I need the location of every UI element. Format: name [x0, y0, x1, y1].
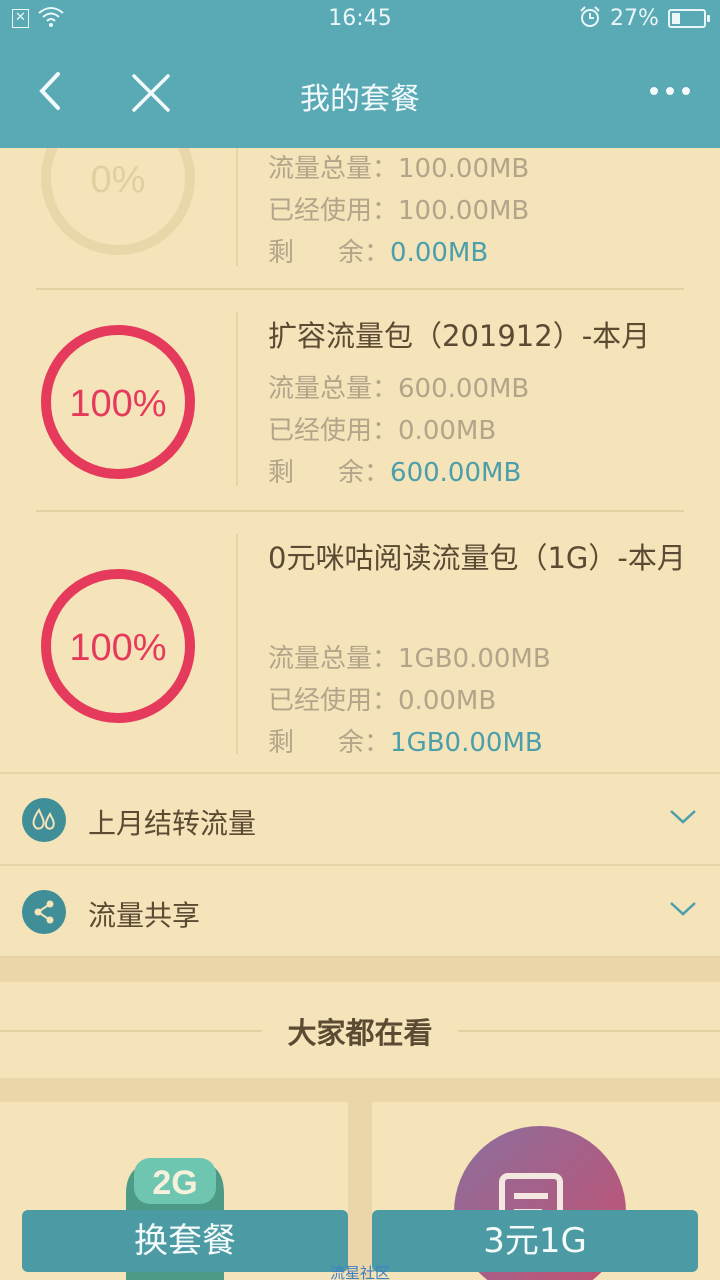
popular-header: 大家都在看: [0, 982, 720, 1078]
total-label: 流量总量：: [268, 644, 399, 674]
total-value: 600.00MB: [398, 374, 530, 404]
watermark: 流星社区: [329, 1264, 390, 1280]
used-row: 已经使用：0.00MB: [268, 680, 496, 717]
usage-ring: 100%: [41, 569, 195, 723]
package-item: 100% 扩容流量包（201912）-本月 流量总量：600.00MB 已经使用…: [0, 290, 720, 510]
remain-row: 剩 余：0.00MB: [268, 232, 488, 269]
section-gap: [0, 1078, 720, 1102]
used-label: 已经使用：: [268, 686, 399, 716]
remain-value: 600.00MB: [390, 458, 522, 488]
usage-percent: 0%: [91, 159, 146, 201]
card-divider: [348, 1102, 372, 1280]
total-label: 流量总量：: [268, 374, 399, 404]
used-label: 已经使用：: [268, 416, 399, 446]
remain-row: 剩 余：600.00MB: [268, 452, 521, 489]
status-bar: ✕ 16:45 27%: [0, 0, 720, 38]
vertical-divider: [236, 312, 238, 486]
total-row: 流量总量：1GB0.00MB: [268, 638, 551, 675]
usage-percent: 100%: [69, 383, 166, 425]
usage-ring: 100%: [41, 325, 195, 479]
chevron-down-icon[interactable]: [668, 806, 698, 828]
more-dots-icon[interactable]: [640, 66, 700, 116]
chevron-down-icon[interactable]: [668, 898, 698, 920]
package-name: 扩容流量包（201912）-本月: [268, 319, 651, 353]
used-value: 0.00MB: [398, 686, 497, 716]
network-badge: 2G: [152, 1164, 197, 1202]
remain-row: 剩 余：1GB0.00MB: [268, 722, 543, 759]
total-value: 1GB0.00MB: [398, 644, 551, 674]
total-row: 流量总量：100.00MB: [268, 148, 529, 185]
total-value: 100.00MB: [398, 154, 530, 184]
remain-value: 0.00MB: [390, 238, 489, 268]
section-label: 上月结转流量: [88, 807, 257, 840]
section-share[interactable]: 流量共享: [0, 864, 720, 956]
section-carryover[interactable]: 上月结转流量: [0, 772, 720, 864]
share-icon: [22, 890, 66, 934]
remain-label: 余：: [338, 458, 391, 488]
used-value: 100.00MB: [398, 196, 530, 226]
total-label: 流量总量：: [268, 154, 399, 184]
nav-bar: 我的套餐: [0, 38, 720, 148]
remain-value: 1GB0.00MB: [390, 728, 543, 758]
used-row: 已经使用：100.00MB: [268, 190, 529, 227]
used-value: 0.00MB: [398, 416, 497, 446]
battery-fill: [672, 13, 680, 24]
remain-label: 余：: [338, 728, 391, 758]
alarm-icon: [578, 5, 602, 35]
vertical-divider: [236, 534, 238, 754]
package-name: 0元咪咕阅读流量包（1G）-本月: [268, 541, 686, 575]
usage-ring: 0%: [41, 148, 195, 255]
remain-label: 剩: [268, 458, 295, 488]
battery-icon: [668, 9, 710, 28]
popular-title: 大家都在看: [287, 1016, 433, 1050]
remain-label: 剩: [268, 728, 295, 758]
used-label: 已经使用：: [268, 196, 399, 226]
total-row: 流量总量：600.00MB: [268, 368, 529, 405]
section-label: 流量共享: [88, 899, 201, 932]
remain-label: 余：: [338, 238, 391, 268]
package-item: 100% 0元咪咕阅读流量包（1G）-本月 流量总量：1GB0.00MB 已经使…: [0, 512, 720, 772]
package-item: 0% 流量总量：100.00MB 已经使用：100.00MB 剩余：0.00MB: [0, 148, 720, 288]
usage-percent: 100%: [69, 627, 166, 669]
content-area[interactable]: 0% 流量总量：100.00MB 已经使用：100.00MB 剩余：0.00MB…: [0, 148, 720, 1280]
vertical-divider: [236, 148, 238, 266]
page-title: 我的套餐: [300, 82, 420, 117]
section-gap: [0, 956, 720, 982]
remain-label: 剩: [268, 238, 295, 268]
used-row: 已经使用：0.00MB: [268, 410, 496, 447]
battery-percent: 27%: [610, 6, 659, 31]
water-drops-icon: [22, 798, 66, 842]
